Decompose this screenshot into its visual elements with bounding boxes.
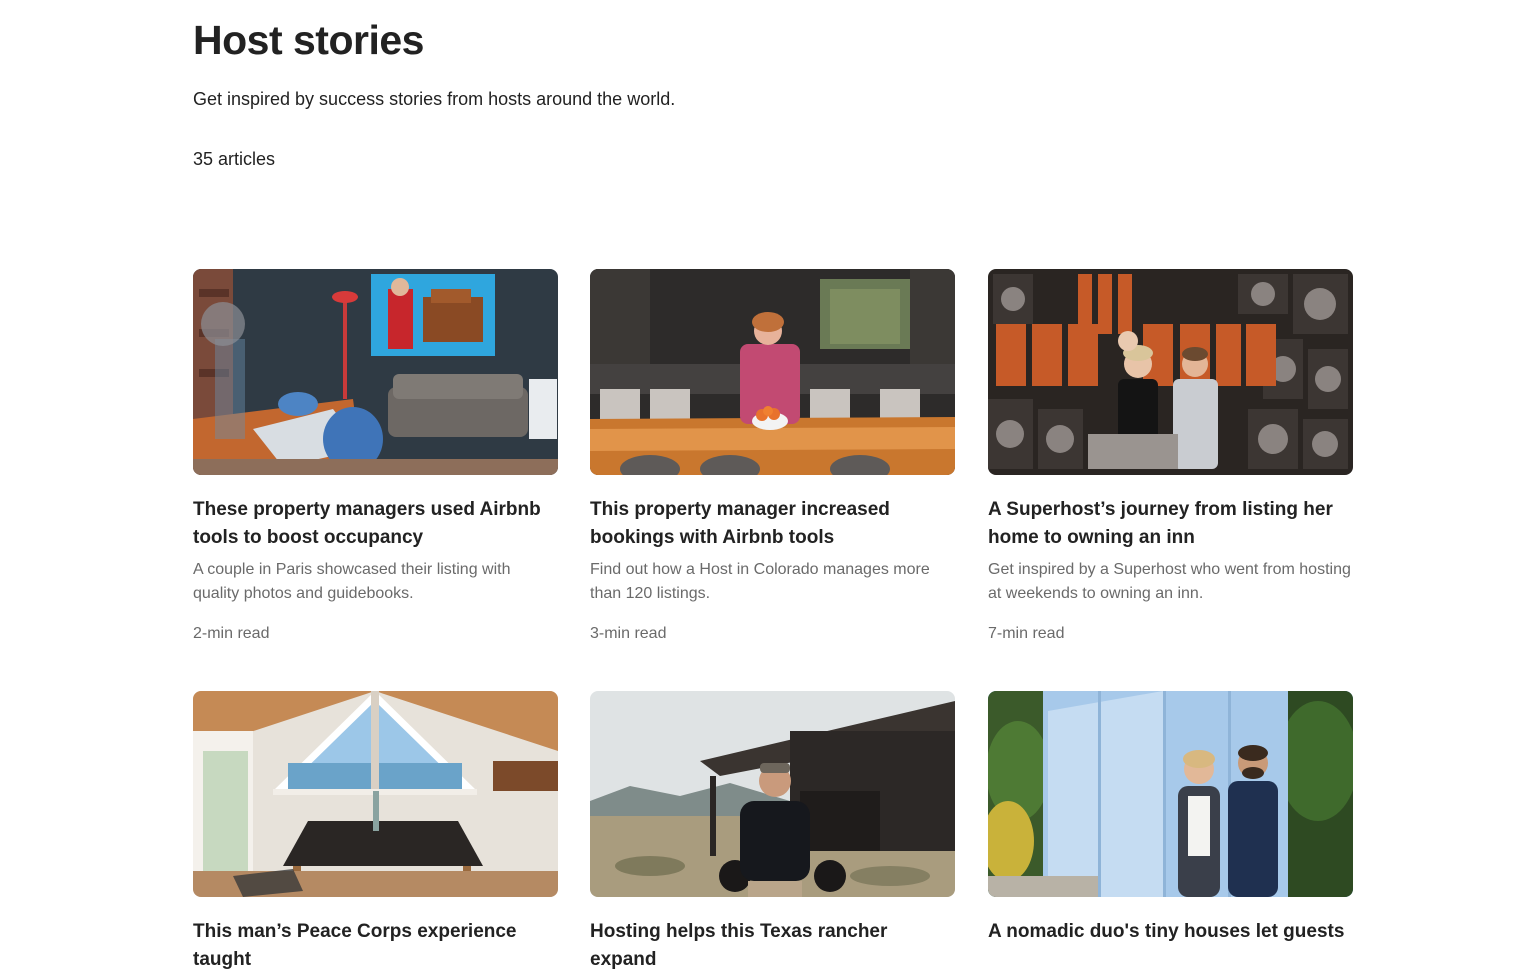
a-frame-cabin-photo[interactable] [193,691,558,897]
article-card[interactable]: This man’s Peace Corps experience taught [193,691,558,974]
article-read-time: 7-min read [988,625,1065,642]
page-title: Host stories [193,17,424,63]
article-card[interactable]: These property managers used Airbnb tool… [193,269,558,646]
page-subtitle: Get inspired by success stories from hos… [193,89,676,109]
article-card[interactable]: A Superhost’s journey from listing her h… [988,269,1353,646]
article-title[interactable]: A nomadic duo's tiny houses let guests [988,918,1353,946]
tiny-house-couple-photo[interactable] [988,691,1353,897]
article-title[interactable]: This property manager increased bookings… [590,496,955,552]
article-count: 35 articles [193,149,276,169]
article-description: Get inspired by a Superhost who went fro… [988,561,1351,602]
article-title[interactable]: These property managers used Airbnb tool… [193,496,558,552]
texas-rancher-photo[interactable] [590,691,955,897]
article-title[interactable]: This man’s Peace Corps experience taught [193,918,558,974]
article-read-time: 3-min read [590,625,667,642]
article-title[interactable]: A Superhost’s journey from listing her h… [988,496,1353,552]
article-description: A couple in Paris showcased their listin… [193,561,511,602]
kitchen-host-photo[interactable] [590,269,955,475]
inn-cahoots-photo[interactable] [988,269,1353,475]
article-card[interactable]: A nomadic duo's tiny houses let guests [988,691,1353,946]
living-room-photo[interactable] [193,269,558,475]
article-card[interactable]: Hosting helps this Texas rancher expand [590,691,955,974]
article-description: Find out how a Host in Colorado manages … [590,561,930,602]
article-title[interactable]: Hosting helps this Texas rancher expand [590,918,955,974]
article-card[interactable]: This property manager increased bookings… [590,269,955,646]
article-read-time: 2-min read [193,625,270,642]
